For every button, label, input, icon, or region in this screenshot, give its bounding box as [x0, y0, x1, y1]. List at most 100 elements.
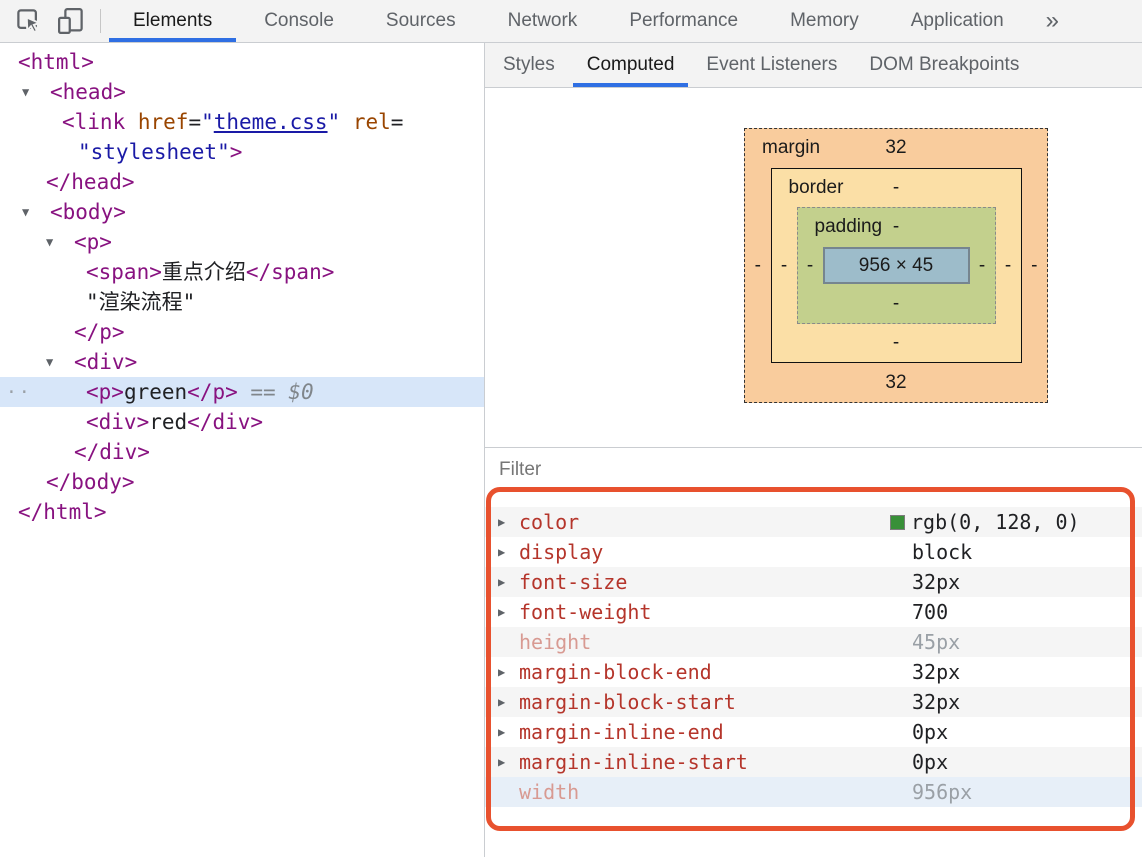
border-label: border	[789, 177, 844, 199]
dom-tree-node[interactable]: </html>	[0, 497, 484, 527]
inspect-icon[interactable]	[8, 0, 50, 42]
computed-property-row[interactable]: ▶display block	[485, 537, 1142, 567]
computed-property-row[interactable]: ▶font-weight700	[485, 597, 1142, 627]
dom-tree-node[interactable]: <html>	[0, 47, 484, 77]
property-name: font-size	[519, 570, 627, 594]
box-model-diagram: margin 32 - border - -	[744, 128, 1048, 403]
property-expand-arrow-icon[interactable]: ▶	[498, 665, 519, 679]
property-expand-arrow-icon[interactable]: ▶	[498, 695, 519, 709]
dom-tree-node[interactable]: ▼<div>	[0, 347, 484, 377]
tab-console[interactable]: Console	[238, 0, 360, 42]
dom-tree-node[interactable]: <span>重点介绍</span>	[0, 257, 484, 287]
property-expand-arrow-icon[interactable]: ▶	[498, 725, 519, 739]
computed-filter-input[interactable]: Filter	[485, 447, 1142, 491]
dom-tree-node[interactable]: <link href="theme.css" rel=	[0, 107, 484, 137]
dom-node-text: <html>	[0, 47, 94, 77]
dom-node-text: </body>	[0, 467, 135, 497]
property-value: 32px	[912, 657, 960, 687]
dom-tree-node[interactable]: ▼<body>	[0, 197, 484, 227]
dom-node-text: <div>red</div>	[0, 407, 263, 437]
property-name: margin-block-end	[519, 660, 712, 684]
property-expand-arrow-icon[interactable]: ▶	[498, 515, 519, 529]
margin-right-value[interactable]: -	[1022, 255, 1048, 277]
dom-tree-node[interactable]: "stylesheet">	[0, 137, 484, 167]
border-right-value[interactable]: -	[996, 255, 1021, 277]
border-top-value[interactable]: -	[893, 177, 899, 199]
box-model-margin[interactable]: margin 32 - border - -	[744, 128, 1048, 403]
tab-network[interactable]: Network	[482, 0, 604, 42]
border-left-value[interactable]: -	[772, 255, 797, 277]
dom-tree-node[interactable]: </p>	[0, 317, 484, 347]
property-expand-arrow-icon[interactable]: ▶	[498, 605, 519, 619]
expand-arrow-icon[interactable]: ▼	[22, 77, 29, 107]
more-tabs-chevron-icon[interactable]: »	[1030, 0, 1075, 42]
margin-left-value[interactable]: -	[745, 255, 771, 277]
expand-arrow-icon[interactable]: ▼	[22, 197, 29, 227]
dom-tree-node[interactable]: </body>	[0, 467, 484, 497]
padding-label: padding	[815, 216, 883, 238]
toolbar-icon-group	[0, 0, 92, 42]
dom-tree-node[interactable]: </div>	[0, 437, 484, 467]
tab-sources[interactable]: Sources	[360, 0, 482, 42]
property-value: rgb(0, 128, 0)	[912, 507, 1080, 537]
sidebar-tab-styles[interactable]: Styles	[487, 43, 571, 87]
expand-arrow-icon[interactable]: ▼	[46, 347, 53, 377]
margin-bottom-value[interactable]: 32	[885, 372, 906, 394]
property-expand-arrow-icon[interactable]: ▶	[498, 755, 519, 769]
dom-tree-node[interactable]: ..<p>green</p> == $0	[0, 377, 484, 407]
device-toolbar-icon[interactable]	[50, 0, 92, 42]
computed-property-row[interactable]: ▶colorrgb(0, 128, 0)	[485, 507, 1142, 537]
padding-right-value[interactable]: -	[970, 255, 995, 277]
property-name: height	[519, 630, 591, 654]
dom-tree-node[interactable]: ▼<head>	[0, 77, 484, 107]
box-model-padding[interactable]: padding - - 956 × 45 - -	[797, 207, 996, 324]
dom-node-text: <body>	[0, 197, 126, 227]
dom-node-text: "渲染流程"	[0, 287, 195, 317]
property-name: margin-block-start	[519, 690, 736, 714]
property-name: font-weight	[519, 600, 651, 624]
color-swatch[interactable]	[890, 515, 905, 530]
tab-elements[interactable]: Elements	[107, 0, 238, 42]
devtools-main-toolbar: ElementsConsoleSourcesNetworkPerformance…	[0, 0, 1142, 43]
dom-node-text: </p>	[0, 317, 125, 347]
padding-left-value[interactable]: -	[798, 255, 823, 277]
box-model-border[interactable]: border - - padding -	[771, 168, 1022, 363]
padding-top-value[interactable]: -	[893, 216, 899, 238]
toolbar-divider	[100, 9, 101, 33]
computed-properties-list: ▶colorrgb(0, 128, 0)▶displayblock▶font-s…	[485, 491, 1142, 857]
property-expand-arrow-icon[interactable]: ▶	[498, 575, 519, 589]
sidebar-tab-computed[interactable]: Computed	[571, 43, 691, 87]
sidebar-tab-dom-breakpoints[interactable]: DOM Breakpoints	[853, 43, 1035, 87]
tab-performance[interactable]: Performance	[603, 0, 764, 42]
expand-arrow-icon[interactable]: ▼	[46, 227, 53, 257]
padding-bottom-value[interactable]: -	[893, 293, 899, 315]
dom-tree-node[interactable]: "渲染流程"	[0, 287, 484, 317]
property-name: margin-inline-start	[519, 750, 748, 774]
computed-property-row[interactable]: width956px	[485, 777, 1142, 807]
tab-application[interactable]: Application	[885, 0, 1030, 42]
dom-node-text: <p>green</p> == $0	[0, 377, 314, 407]
border-bottom-value[interactable]: -	[893, 332, 899, 354]
dom-node-text: </head>	[0, 167, 135, 197]
computed-property-row[interactable]: ▶font-size32px	[485, 567, 1142, 597]
computed-property-row[interactable]: ▶margin-block-start32px	[485, 687, 1142, 717]
dom-node-text: <p>	[0, 227, 112, 257]
property-value: block	[912, 537, 972, 567]
dom-tree-node[interactable]: <div>red</div>	[0, 407, 484, 437]
tab-memory[interactable]: Memory	[764, 0, 885, 42]
dom-tree-node[interactable]: </head>	[0, 167, 484, 197]
computed-property-row[interactable]: ▶margin-inline-start0px	[485, 747, 1142, 777]
computed-property-row[interactable]: height45px	[485, 627, 1142, 657]
computed-property-row[interactable]: ▶margin-inline-end0px	[485, 717, 1142, 747]
computed-property-row[interactable]: ▶margin-block-end 32px	[485, 657, 1142, 687]
dom-tree-node[interactable]: ▼<p>	[0, 227, 484, 257]
sidebar-tab-event-listeners[interactable]: Event Listeners	[690, 43, 853, 87]
box-model-content[interactable]: 956 × 45	[823, 247, 970, 284]
property-value: 956px	[912, 777, 972, 807]
dom-node-text: <head>	[0, 77, 126, 107]
property-expand-arrow-icon[interactable]: ▶	[498, 545, 519, 559]
property-name: display	[519, 540, 603, 564]
property-name: margin-inline-end	[519, 720, 724, 744]
margin-top-value[interactable]: 32	[885, 137, 906, 159]
dom-node-text: "stylesheet">	[0, 137, 242, 167]
